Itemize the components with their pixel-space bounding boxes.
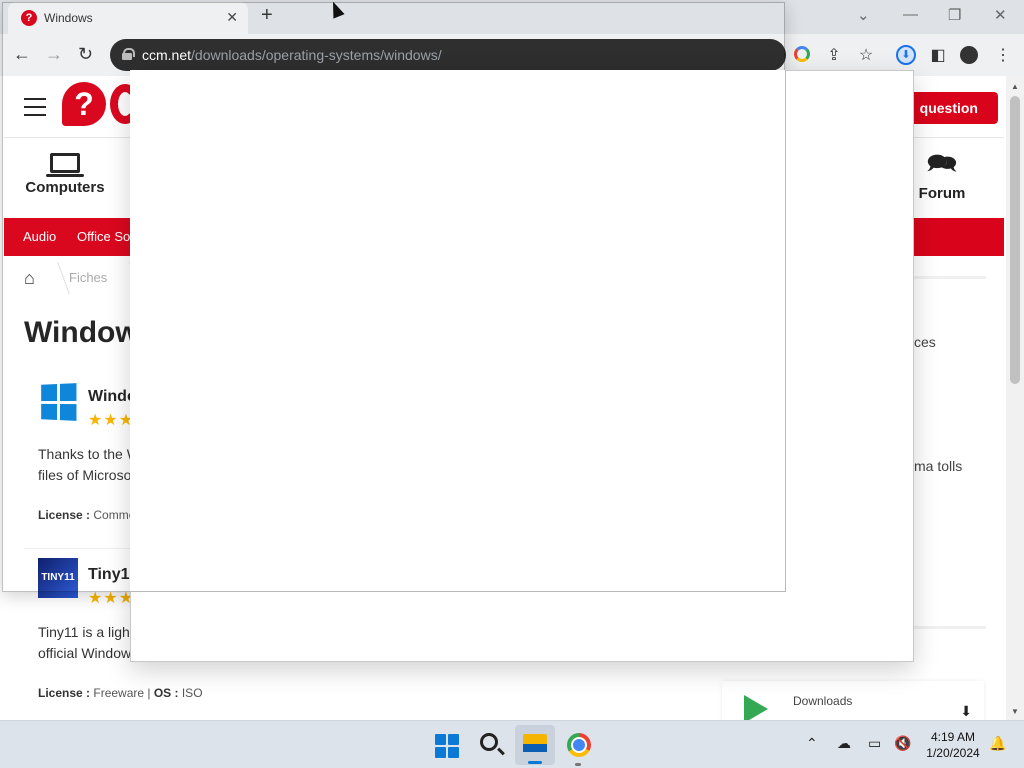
profile-avatar-icon[interactable] <box>960 46 978 64</box>
network-icon[interactable]: ▭ <box>868 735 881 752</box>
category-forum[interactable]: 🗪 Forum <box>914 149 970 202</box>
tab-search-icon[interactable]: ⌄ <box>857 6 870 24</box>
system-clock[interactable]: 4:19 AM 1/20/2024 <box>916 729 990 761</box>
scrollbar-thumb[interactable] <box>1010 96 1020 384</box>
ask-question-button[interactable]: question <box>908 92 998 124</box>
category-label: Forum <box>918 185 966 202</box>
show-hidden-icons-icon[interactable]: ⌃ <box>806 735 818 752</box>
downloads-icon[interactable]: ⬇ <box>896 45 916 65</box>
aside-text: ma tolls <box>914 458 963 474</box>
active-indicator <box>528 761 542 764</box>
share-icon[interactable]: ⇪ <box>824 45 844 65</box>
card-category: Downloads <box>793 694 853 708</box>
notification-bell-icon[interactable]: 🔔 <box>989 735 1006 752</box>
onedrive-icon[interactable]: ☁ <box>837 735 851 752</box>
scroll-up-icon[interactable]: ▲ <box>1011 82 1019 91</box>
google-lens-icon[interactable] <box>794 46 810 62</box>
running-indicator <box>575 763 581 766</box>
search-icon[interactable] <box>480 733 498 751</box>
minimize-icon[interactable]: — <box>903 6 918 23</box>
bookmark-star-icon[interactable]: ☆ <box>856 45 876 65</box>
file-explorer-button[interactable] <box>515 725 555 765</box>
side-panel-icon[interactable]: ◧ <box>928 45 948 65</box>
folder-icon <box>523 734 547 752</box>
clock-time: 4:19 AM <box>930 730 976 744</box>
close-window-icon[interactable]: ✕ <box>994 6 1007 24</box>
scroll-down-icon[interactable]: ▼ <box>1011 707 1019 716</box>
item-license: License : Freeware | OS : ISO <box>38 686 203 700</box>
chrome-taskbar-icon[interactable] <box>567 733 591 757</box>
google-play-card[interactable]: Downloads ⬇ <box>722 681 984 720</box>
taskbar: ⌃ ☁ ▭ 🔇 4:19 AM 1/20/2024 🔔 <box>0 720 1024 768</box>
start-button-icon[interactable] <box>435 734 459 758</box>
chrome-menu-icon[interactable]: ⋮ <box>993 45 1013 65</box>
page-scrollbar[interactable]: ▲ ▼ <box>1006 76 1024 720</box>
aside-text: ces <box>914 334 936 350</box>
download-arrow-icon[interactable]: ⬇ <box>960 703 972 720</box>
google-play-icon <box>744 695 768 720</box>
chat-bubbles-icon: 🗪 <box>927 150 957 177</box>
volume-muted-icon[interactable]: 🔇 <box>894 735 911 752</box>
blank-window-inner[interactable] <box>130 70 786 592</box>
clock-date: 1/20/2024 <box>926 746 980 760</box>
restore-icon[interactable]: ❐ <box>948 6 961 24</box>
